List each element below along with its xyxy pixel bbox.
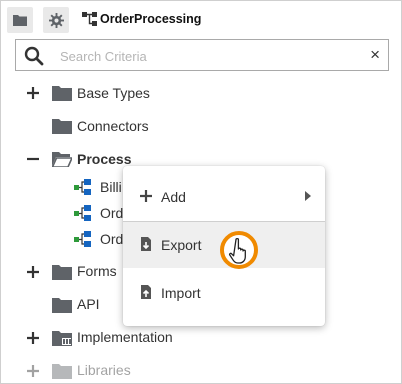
menu-item-label: Add <box>161 189 186 205</box>
gear-icon <box>48 12 64 28</box>
tree-item-label: Connectors <box>77 118 149 134</box>
tree-item-label: Base Types <box>77 85 150 101</box>
menu-item-label: Import <box>161 285 201 301</box>
search-icon <box>24 46 44 66</box>
folder-icon <box>52 364 72 379</box>
hand-cursor-icon <box>220 231 258 269</box>
collapse-icon[interactable] <box>27 153 39 165</box>
settings-button[interactable] <box>43 7 69 33</box>
plus-icon <box>140 190 152 202</box>
process-model-icon <box>82 12 97 26</box>
menu-item-add[interactable]: Add <box>123 174 325 220</box>
folder-icon <box>52 265 72 280</box>
expand-icon[interactable] <box>27 332 39 344</box>
process-icon <box>74 205 91 221</box>
search-bar: × <box>15 39 389 71</box>
folder-button[interactable] <box>7 7 33 33</box>
page-title: OrderProcessing <box>100 12 202 26</box>
folder-icon <box>13 15 27 26</box>
chevron-right-icon <box>305 191 311 201</box>
tree-item-label: Implementation <box>77 329 173 345</box>
repository-panel: OrderProcessing × Base Types Connectors <box>0 0 402 384</box>
expand-icon[interactable] <box>27 87 39 99</box>
tree-item-label: API <box>77 296 100 312</box>
menu-item-import[interactable]: Import <box>123 270 325 316</box>
panel-header: OrderProcessing <box>1 1 401 37</box>
menu-item-label: Export <box>161 237 202 253</box>
folder-icon <box>52 331 72 346</box>
expand-icon[interactable] <box>27 365 39 377</box>
folder-icon <box>52 86 72 101</box>
search-input[interactable] <box>60 46 360 66</box>
folder-open-icon <box>52 152 72 167</box>
tree-item-label: Process <box>77 151 132 167</box>
export-icon <box>141 237 151 251</box>
process-icon <box>74 179 91 195</box>
expand-icon[interactable] <box>27 266 39 278</box>
tree-item-label: Forms <box>77 263 117 279</box>
folder-icon <box>52 298 72 313</box>
folder-icon <box>52 119 72 134</box>
process-icon <box>74 231 91 247</box>
tree-item-label: Billi <box>100 179 122 195</box>
tree-item-label: Libraries <box>77 362 131 378</box>
clear-search-icon[interactable]: × <box>370 46 380 64</box>
import-icon <box>141 285 151 299</box>
